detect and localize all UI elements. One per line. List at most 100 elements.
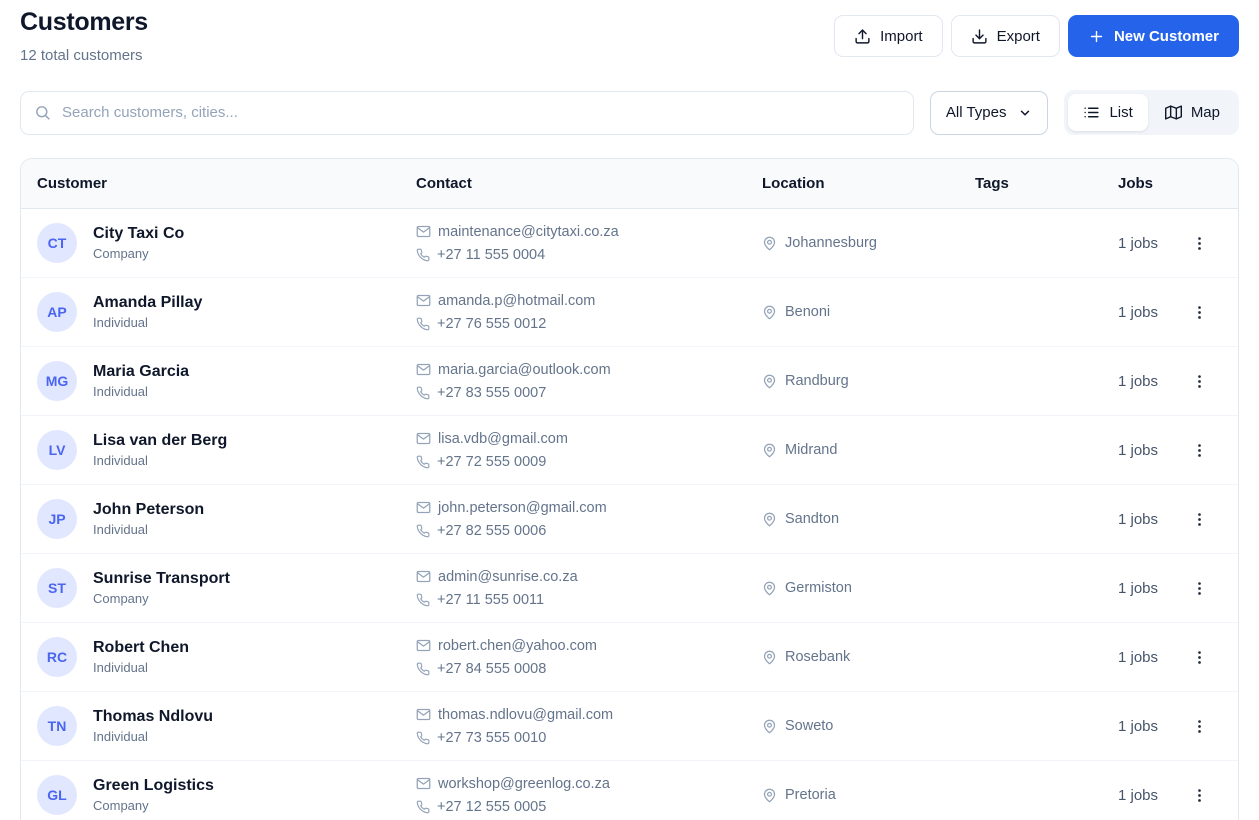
list-view-toggle[interactable]: List — [1068, 94, 1148, 131]
table-row[interactable]: ST Sunrise Transport Company admin@sunri… — [21, 554, 1238, 623]
search-input[interactable] — [62, 104, 900, 121]
contact-cell: john.peterson@gmail.com +27 82 555 0006 — [416, 500, 762, 539]
phone-line: +27 11 555 0011 — [416, 592, 762, 608]
customer-identity: Robert Chen Individual — [93, 639, 189, 675]
row-menu-button[interactable] — [1185, 574, 1214, 603]
phone-line: +27 11 555 0004 — [416, 247, 762, 263]
customer-identity: Lisa van der Berg Individual — [93, 432, 227, 468]
table-row[interactable]: LV Lisa van der Berg Individual lisa.vdb… — [21, 416, 1238, 485]
customer-type: Individual — [93, 522, 148, 537]
customer-location: Sandton — [785, 511, 840, 527]
envelope-icon — [416, 638, 431, 653]
customer-identity: John Peterson Individual — [93, 501, 204, 537]
import-button[interactable]: Import — [834, 15, 943, 57]
customer-type: Individual — [93, 315, 148, 330]
customer-phone: +27 72 555 0009 — [437, 453, 547, 470]
customer-email: maria.garcia@outlook.com — [438, 361, 611, 378]
customer-location: Randburg — [785, 373, 849, 389]
export-button-label: Export — [996, 27, 1040, 45]
avatar: ST — [37, 568, 77, 608]
email-line: maintenance@citytaxi.co.za — [416, 224, 762, 240]
row-menu-button[interactable] — [1185, 229, 1214, 258]
customer-cell: MG Maria Garcia Individual — [37, 361, 416, 401]
customer-email: john.peterson@gmail.com — [438, 499, 607, 516]
row-menu-button[interactable] — [1185, 781, 1214, 810]
new-customer-button-label: New Customer — [1113, 27, 1219, 45]
customer-location: Benoni — [785, 304, 831, 320]
table-row[interactable]: CT City Taxi Co Company maintenance@city… — [21, 209, 1238, 278]
table-row[interactable]: RC Robert Chen Individual robert.chen@ya… — [21, 623, 1238, 692]
contact-cell: thomas.ndlovu@gmail.com +27 73 555 0010 — [416, 707, 762, 746]
kebab-menu-icon — [1191, 304, 1208, 321]
avatar: MG — [37, 361, 77, 401]
customer-phone: +27 82 555 0006 — [437, 522, 547, 539]
map-pin-icon — [762, 305, 777, 320]
envelope-icon — [416, 362, 431, 377]
customer-location: Rosebank — [785, 649, 851, 665]
view-toggle: List Map — [1064, 90, 1239, 135]
map-pin-icon — [762, 443, 777, 458]
location-cell: Randburg — [762, 373, 975, 389]
row-menu-button[interactable] — [1185, 298, 1214, 327]
row-menu-button[interactable] — [1185, 712, 1214, 741]
list-icon — [1083, 104, 1100, 121]
upload-icon — [854, 28, 871, 45]
export-button[interactable]: Export — [950, 15, 1060, 57]
table-row[interactable]: JP John Peterson Individual john.peterso… — [21, 485, 1238, 554]
phone-icon — [416, 731, 430, 745]
phone-line: +27 82 555 0006 — [416, 523, 762, 539]
column-header-jobs: Jobs — [1118, 175, 1154, 192]
customer-name: Sunrise Transport — [93, 570, 230, 587]
customer-name: John Peterson — [93, 501, 205, 518]
type-filter-value: All Types — [945, 104, 1007, 121]
jobs-cell: 1 jobs — [1118, 303, 1159, 321]
jobs-cell: 1 jobs — [1118, 786, 1159, 804]
type-filter-select[interactable]: All Types — [929, 90, 1049, 135]
customer-location: Germiston — [785, 580, 852, 596]
customer-type: Individual — [93, 660, 148, 675]
jobs-cell: 1 jobs — [1118, 648, 1159, 666]
contact-cell: amanda.p@hotmail.com +27 76 555 0012 — [416, 293, 762, 332]
phone-icon — [416, 593, 430, 607]
contact-cell: maria.garcia@outlook.com +27 83 555 0007 — [416, 362, 762, 401]
table-row[interactable]: GL Green Logistics Company workshop@gree… — [21, 761, 1238, 820]
customer-location: Pretoria — [785, 787, 836, 803]
customer-phone: +27 11 555 0011 — [437, 591, 545, 608]
phone-line: +27 76 555 0012 — [416, 316, 762, 332]
row-menu-button[interactable] — [1185, 505, 1214, 534]
customer-name: Maria Garcia — [93, 363, 190, 380]
customer-phone: +27 73 555 0010 — [437, 729, 547, 746]
table-row[interactable]: TN Thomas Ndlovu Individual thomas.ndlov… — [21, 692, 1238, 761]
email-line: amanda.p@hotmail.com — [416, 293, 762, 309]
customer-email: robert.chen@yahoo.com — [438, 637, 597, 654]
customer-cell: GL Green Logistics Company — [37, 775, 416, 815]
customer-name: Green Logistics — [93, 777, 214, 794]
customer-identity: Amanda Pillay Individual — [93, 294, 202, 330]
import-button-label: Import — [880, 27, 923, 45]
row-menu-button[interactable] — [1185, 436, 1214, 465]
email-line: workshop@greenlog.co.za — [416, 776, 762, 792]
customer-cell: JP John Peterson Individual — [37, 499, 416, 539]
kebab-menu-icon — [1191, 580, 1208, 597]
envelope-icon — [416, 224, 431, 239]
customer-email: maintenance@citytaxi.co.za — [438, 223, 619, 240]
location-cell: Germiston — [762, 580, 975, 596]
row-menu-button[interactable] — [1185, 643, 1214, 672]
avatar: TN — [37, 706, 77, 746]
map-view-toggle[interactable]: Map — [1150, 94, 1235, 131]
contact-cell: workshop@greenlog.co.za +27 12 555 0005 — [416, 776, 762, 815]
new-customer-button[interactable]: New Customer — [1067, 15, 1239, 57]
customer-email: amanda.p@hotmail.com — [438, 292, 596, 309]
envelope-icon — [416, 707, 431, 722]
avatar: CT — [37, 223, 77, 263]
jobs-cell: 1 jobs — [1118, 234, 1159, 252]
row-menu-button[interactable] — [1185, 367, 1214, 396]
phone-line: +27 83 555 0007 — [416, 385, 762, 401]
customer-identity: Maria Garcia Individual — [93, 363, 189, 399]
table-row[interactable]: MG Maria Garcia Individual maria.garcia@… — [21, 347, 1238, 416]
download-icon — [971, 28, 988, 45]
location-cell: Rosebank — [762, 649, 975, 665]
column-header-location: Location — [762, 175, 825, 192]
table-row[interactable]: AP Amanda Pillay Individual amanda.p@hot… — [21, 278, 1238, 347]
customer-email: lisa.vdb@gmail.com — [438, 430, 568, 447]
